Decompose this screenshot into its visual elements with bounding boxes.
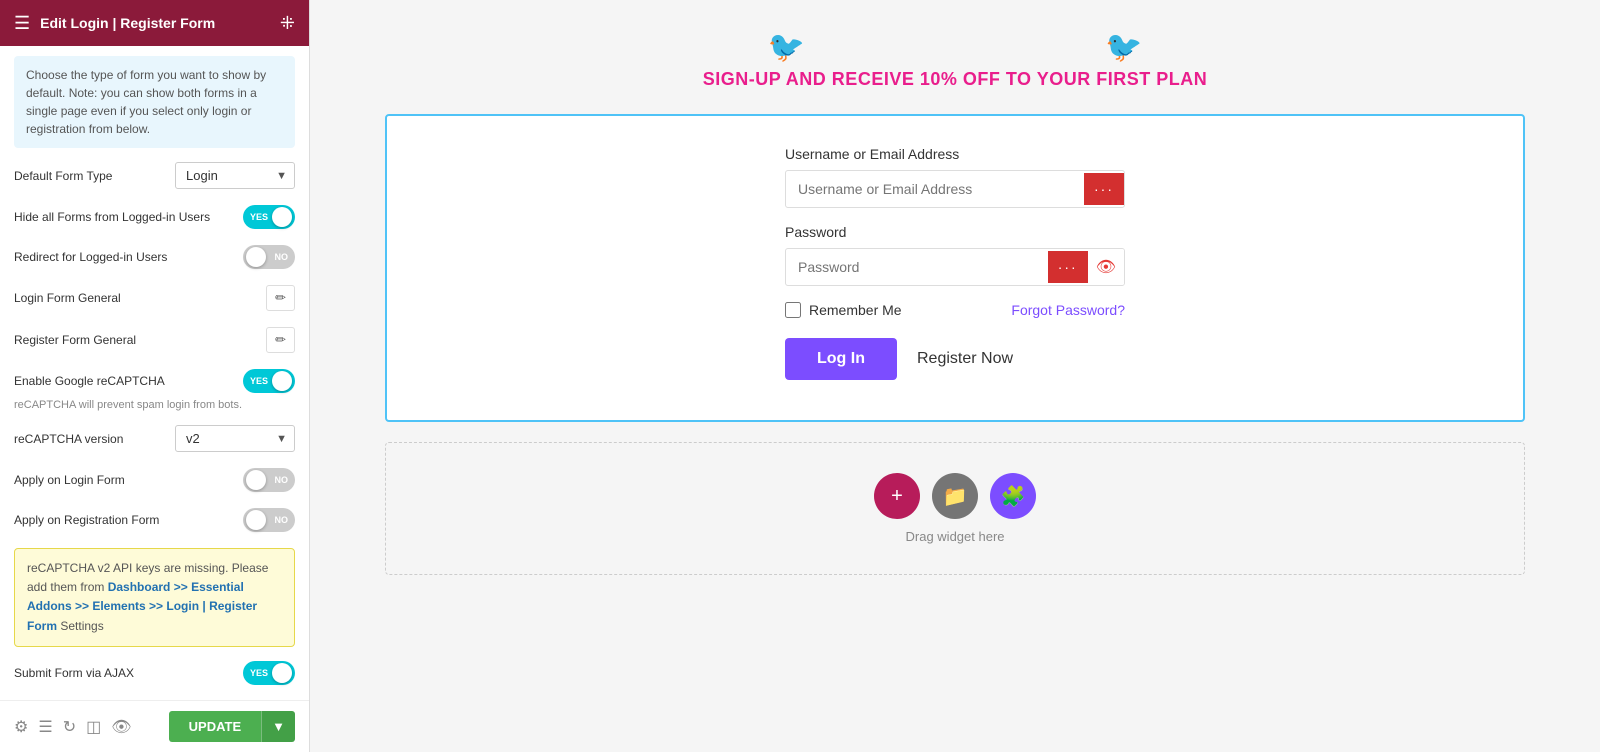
sidebar-header-left: ☰ Edit Login | Register Form: [14, 13, 215, 34]
submit-ajax-toggle[interactable]: YES: [243, 661, 295, 685]
warning-link-dashboard[interactable]: Dashboard >>: [108, 580, 188, 594]
footer-icons: ⚙ ☰ ↻ ◫ 👁: [14, 717, 132, 737]
twitter-bird-left-icon: 🐦: [768, 30, 805, 65]
eye-icon[interactable]: 👁: [111, 717, 131, 737]
recaptcha-label: Enable Google reCAPTCHA: [14, 374, 165, 388]
promo-text: SIGN-UP AND RECEIVE 10% OFF TO YOUR FIRS…: [340, 69, 1570, 90]
toggle-yes-label: YES: [250, 212, 268, 222]
remember-me-checkbox[interactable]: [785, 302, 801, 318]
password-input[interactable]: [786, 249, 1048, 285]
form-options: Remember Me Forgot Password?: [785, 302, 1125, 318]
drag-widget-text: Drag widget here: [906, 529, 1005, 544]
register-form-general-edit-button[interactable]: ✏: [266, 327, 295, 353]
history-icon[interactable]: ↻: [63, 717, 76, 737]
layers-icon[interactable]: ☰: [38, 717, 52, 737]
password-icon-button[interactable]: ···: [1048, 251, 1088, 283]
sidebar-body: Choose the type of form you want to show…: [0, 46, 309, 700]
widget-icons: + 📁 🧩: [874, 473, 1036, 519]
toggle-no-label3: NO: [275, 515, 289, 525]
template-icon[interactable]: ◫: [86, 717, 101, 737]
recaptcha-version-select-wrapper: v2 v3 ▼: [175, 425, 295, 452]
update-arrow-button[interactable]: ▼: [261, 711, 295, 742]
redirect-row: Redirect for Logged-in Users NO: [14, 245, 295, 269]
toggle-no-label2: NO: [275, 475, 289, 485]
login-widget-container: Username or Email Address ··· Password ·…: [385, 114, 1525, 422]
apply-login-label: Apply on Login Form: [14, 473, 125, 487]
default-form-type-row: Default Form Type Login Register ▼: [14, 162, 295, 189]
register-form-general-row: Register Form General ✏: [14, 327, 295, 353]
toggle-knob2: [272, 371, 292, 391]
login-form-general-row: Login Form General ✏: [14, 285, 295, 311]
remember-me-label: Remember Me: [785, 302, 902, 318]
username-icon-button[interactable]: ···: [1084, 173, 1124, 205]
recaptcha-version-row: reCAPTCHA version v2 v3 ▼: [14, 425, 295, 452]
submit-ajax-label: Submit Form via AJAX: [14, 666, 134, 680]
register-form-general-label: Register Form General: [14, 333, 136, 347]
apply-register-row: Apply on Registration Form NO: [14, 508, 295, 532]
login-form-general-label: Login Form General: [14, 291, 121, 305]
apply-login-toggle[interactable]: NO: [243, 468, 295, 492]
password-input-row: ··· 👁: [785, 248, 1125, 286]
login-button[interactable]: Log In: [785, 338, 897, 380]
redirect-label: Redirect for Logged-in Users: [14, 250, 167, 264]
apply-register-toggle[interactable]: NO: [243, 508, 295, 532]
default-form-type-label: Default Form Type: [14, 169, 112, 183]
sidebar-title: Edit Login | Register Form: [40, 15, 215, 31]
warning-box: reCAPTCHA v2 API keys are missing. Pleas…: [14, 548, 295, 647]
redirect-toggle[interactable]: NO: [243, 245, 295, 269]
recaptcha-toggle[interactable]: YES: [243, 369, 295, 393]
warning-text-suffix: Settings: [60, 619, 103, 633]
toggle-knob3: [246, 470, 266, 490]
toggle-yes-label2: YES: [250, 376, 268, 386]
settings-icon[interactable]: ⚙: [14, 717, 28, 737]
password-label: Password: [785, 224, 1125, 240]
login-form-general-edit-button[interactable]: ✏: [266, 285, 295, 311]
recaptcha-helper-text: reCAPTCHA will prevent spam login from b…: [14, 399, 295, 411]
main-content: 🐦 🐦 SIGN-UP AND RECEIVE 10% OFF TO YOUR …: [310, 0, 1600, 752]
default-form-type-select-wrapper: Login Register ▼: [175, 162, 295, 189]
toggle-knob5: [272, 663, 292, 683]
hide-forms-toggle[interactable]: YES: [243, 205, 295, 229]
username-input[interactable]: [786, 171, 1084, 207]
apply-login-row: Apply on Login Form NO: [14, 468, 295, 492]
top-area: 🐦 🐦: [340, 20, 1570, 69]
folder-widget-button[interactable]: 📁: [932, 473, 978, 519]
recaptcha-version-select[interactable]: v2 v3: [175, 425, 295, 452]
sidebar: ☰ Edit Login | Register Form ⁜ Choose th…: [0, 0, 310, 752]
bottom-widget: + 📁 🧩 Drag widget here: [385, 442, 1525, 575]
twitter-bird-right-icon: 🐦: [1105, 30, 1142, 65]
hide-forms-row: Hide all Forms from Logged-in Users YES: [14, 205, 295, 229]
recaptcha-row: Enable Google reCAPTCHA YES: [14, 369, 295, 393]
username-input-row: ···: [785, 170, 1125, 208]
hide-forms-label: Hide all Forms from Logged-in Users: [14, 210, 210, 224]
password-visibility-button[interactable]: 👁: [1088, 249, 1124, 285]
canvas-area: 🐦 🐦 SIGN-UP AND RECEIVE 10% OFF TO YOUR …: [310, 0, 1600, 752]
dots-icon2: ···: [1058, 259, 1078, 275]
recaptcha-version-label: reCAPTCHA version: [14, 432, 123, 446]
toggle-knob-off: [246, 247, 266, 267]
apply-register-label: Apply on Registration Form: [14, 513, 159, 527]
toggle-no-label: NO: [275, 252, 289, 262]
dots-icon: ···: [1094, 181, 1114, 197]
register-now-link[interactable]: Register Now: [917, 350, 1013, 368]
form-actions: Log In Register Now: [785, 338, 1125, 380]
toggle-yes-label3: YES: [250, 668, 268, 678]
sidebar-header: ☰ Edit Login | Register Form ⁜: [0, 0, 309, 46]
puzzle-widget-button[interactable]: 🧩: [990, 473, 1036, 519]
default-form-type-select[interactable]: Login Register: [175, 162, 295, 189]
sidebar-footer: ⚙ ☰ ↻ ◫ 👁 UPDATE ▼: [0, 700, 309, 752]
update-button[interactable]: UPDATE: [169, 711, 261, 742]
forgot-password-link[interactable]: Forgot Password?: [1011, 302, 1125, 318]
username-label: Username or Email Address: [785, 146, 1125, 162]
login-form-box: Username or Email Address ··· Password ·…: [785, 146, 1125, 380]
toggle-knob4: [246, 510, 266, 530]
submit-ajax-row: Submit Form via AJAX YES: [14, 661, 295, 685]
toggle-knob: [272, 207, 292, 227]
add-widget-button[interactable]: +: [874, 473, 920, 519]
hamburger-icon[interactable]: ☰: [14, 13, 30, 34]
info-box: Choose the type of form you want to show…: [14, 56, 295, 148]
grid-icon[interactable]: ⁜: [280, 13, 295, 34]
update-btn-wrap: UPDATE ▼: [169, 711, 295, 742]
